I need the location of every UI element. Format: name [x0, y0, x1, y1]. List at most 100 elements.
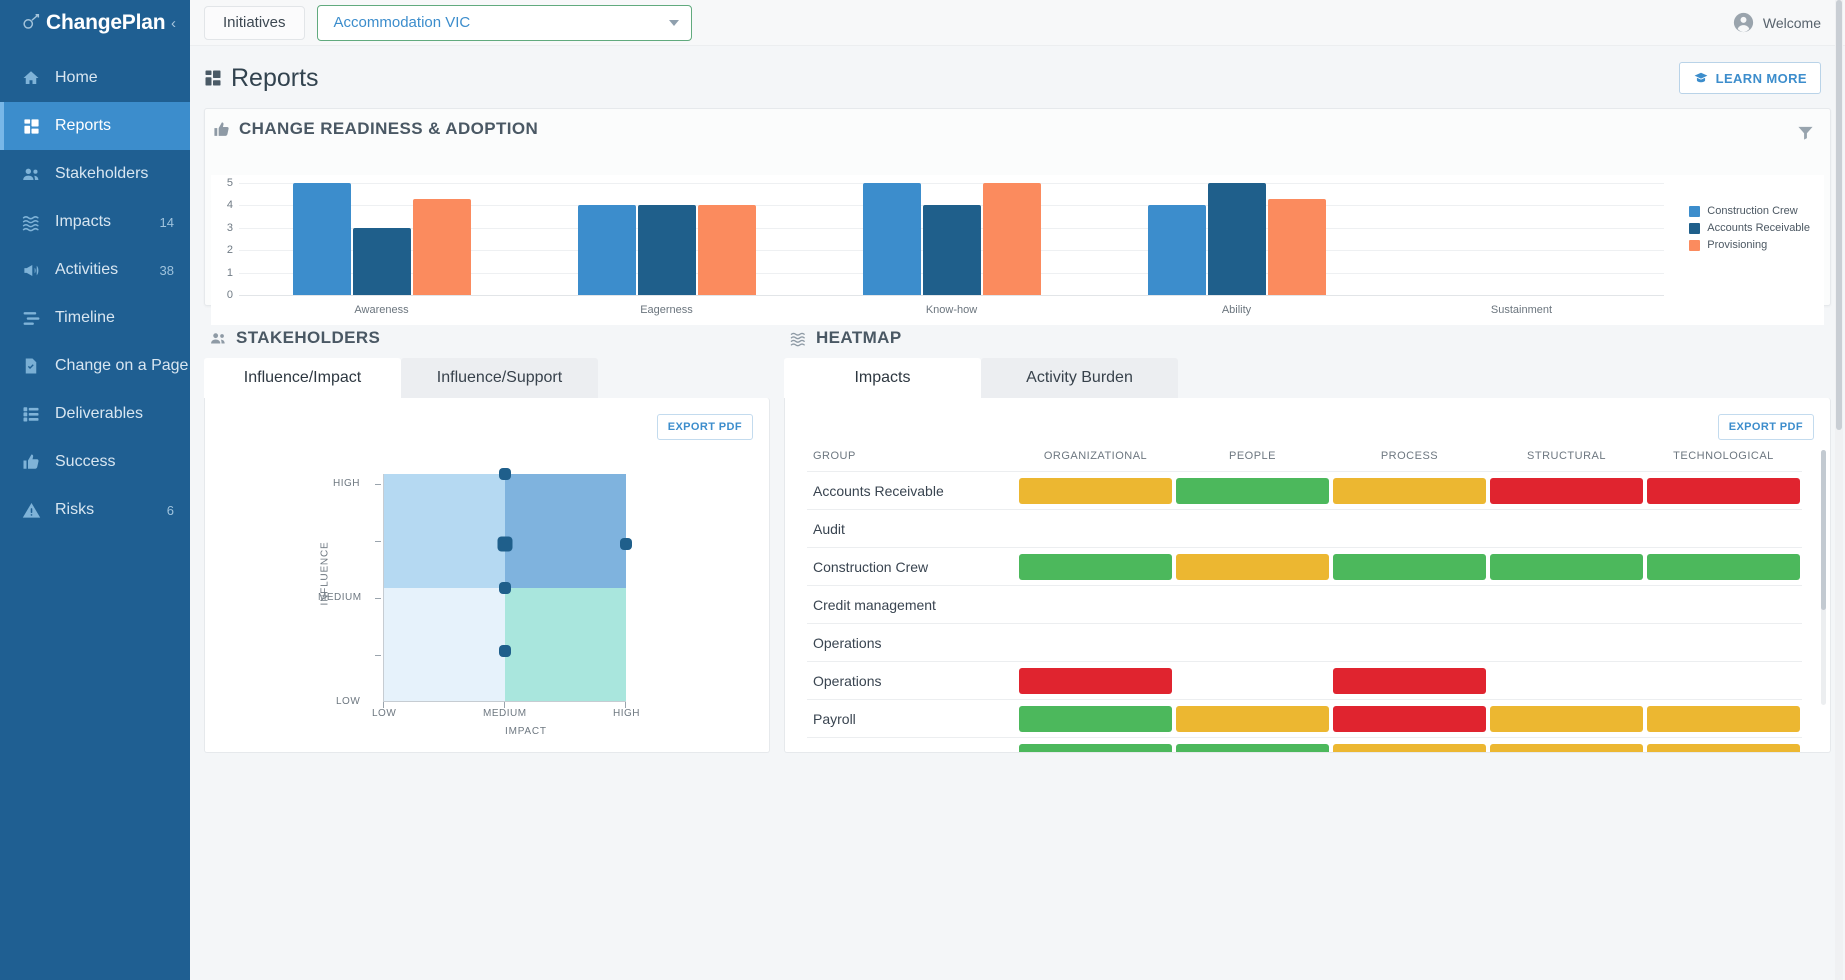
heatmap-cell[interactable]	[1331, 668, 1488, 694]
heatmap-cell[interactable]	[1331, 744, 1488, 753]
heatmap-cell[interactable]	[1488, 706, 1645, 732]
tab-influence-support[interactable]: Influence/Support	[401, 358, 598, 398]
account-circle-icon	[1733, 12, 1754, 33]
heatmap-cell[interactable]	[1174, 744, 1331, 753]
sidebar-item-label: Risks	[55, 501, 167, 519]
bar-accounts-receivable[interactable]	[1208, 183, 1266, 295]
table-row[interactable]: Payroll	[807, 699, 1802, 737]
stakeholder-point[interactable]	[620, 538, 632, 550]
bar-accounts-receivable[interactable]	[638, 205, 696, 295]
heatmap-cell[interactable]	[1331, 478, 1488, 504]
heatmap-body: EXPORT PDF GROUP ORGANIZATIONAL PEOPLE P…	[784, 398, 1831, 753]
bar-construction-crew[interactable]	[293, 183, 351, 295]
filter-icon[interactable]	[1790, 117, 1820, 147]
chevron-left-icon[interactable]: ‹	[171, 16, 176, 31]
sidebar-item-risks[interactable]: Risks 6	[0, 486, 190, 534]
heatmap-cell[interactable]	[1017, 554, 1174, 580]
heatmap-chip-amber	[1333, 478, 1486, 504]
heatmap-header: HEATMAP	[784, 328, 1831, 358]
legend-swatch	[1689, 206, 1700, 217]
stakeholder-point[interactable]	[499, 582, 511, 594]
bar-construction-crew[interactable]	[863, 183, 921, 295]
heatmap-cell[interactable]	[1017, 706, 1174, 732]
heatmap-cell[interactable]	[1488, 554, 1645, 580]
table-row[interactable]: Audit	[807, 509, 1802, 547]
table-row[interactable]: Operations	[807, 661, 1802, 699]
welcome-label: Welcome	[1763, 15, 1821, 31]
legend-label: Accounts Receivable	[1707, 222, 1810, 234]
bar-construction-crew[interactable]	[1148, 205, 1206, 295]
stakeholder-point[interactable]	[498, 537, 513, 552]
table-row[interactable]: Provisioning	[807, 737, 1802, 752]
page-scrollbar[interactable]	[1835, 0, 1843, 980]
sidebar-item-change-on-a-page[interactable]: Change on a Page	[0, 342, 190, 390]
table-row[interactable]: Credit management	[807, 585, 1802, 623]
sidebar-item-reports[interactable]: Reports	[0, 102, 190, 150]
heatmap-cell[interactable]	[1645, 706, 1802, 732]
bar-accounts-receivable[interactable]	[923, 205, 981, 295]
sidebar-item-deliverables[interactable]: Deliverables	[0, 390, 190, 438]
heatmap-cell[interactable]	[1488, 478, 1645, 504]
export-pdf-button-stakeholders[interactable]: EXPORT PDF	[657, 414, 753, 440]
heatmap-cell[interactable]	[1645, 478, 1802, 504]
y-tick-low: LOW	[336, 696, 360, 707]
heatmap-cell[interactable]	[1488, 744, 1645, 753]
heatmap-cell[interactable]	[1331, 706, 1488, 732]
sidebar-item-activities[interactable]: Activities 38	[0, 246, 190, 294]
tab-impacts[interactable]: Impacts	[784, 358, 981, 398]
bar-construction-crew[interactable]	[578, 205, 636, 295]
x-tick-label: Know-how	[926, 304, 977, 316]
tab-influence-impact[interactable]: Influence/Impact	[204, 358, 401, 398]
heatmap-scrollbar[interactable]	[1821, 450, 1826, 705]
bar-provisioning[interactable]	[983, 183, 1041, 295]
heatmap-cell[interactable]	[1645, 744, 1802, 753]
table-row[interactable]: Accounts Receivable	[807, 471, 1802, 509]
bar-provisioning[interactable]	[413, 199, 471, 295]
heatmap-chip-amber	[1647, 706, 1800, 732]
table-row[interactable]: Operations	[807, 623, 1802, 661]
sidebar-item-label: Deliverables	[55, 405, 174, 423]
initiative-select-value: Accommodation VIC	[334, 14, 669, 31]
sidebar-item-success[interactable]: Success	[0, 438, 190, 486]
x-tick-label: Sustainment	[1491, 304, 1552, 316]
heatmap-cell[interactable]	[1645, 554, 1802, 580]
user-menu[interactable]: Welcome	[1733, 12, 1821, 33]
bar-group: Sustainment	[1379, 183, 1664, 295]
stakeholder-point[interactable]	[499, 645, 511, 657]
sidebar-item-label: Impacts	[55, 213, 160, 231]
heatmap-group-name: Audit	[807, 521, 1017, 537]
heatmap-cell[interactable]	[1017, 478, 1174, 504]
sidebar-item-impacts[interactable]: Impacts 14	[0, 198, 190, 246]
bar-accounts-receivable[interactable]	[353, 228, 411, 295]
initiatives-button[interactable]: Initiatives	[204, 6, 305, 40]
heatmap-cell[interactable]	[1174, 706, 1331, 732]
legend-item[interactable]: Construction Crew	[1689, 205, 1810, 217]
tab-activity-burden[interactable]: Activity Burden	[981, 358, 1178, 398]
heatmap-chip-amber	[1647, 744, 1800, 753]
y-tick-1: 1	[227, 267, 233, 279]
y-tick-mark-mid-lower	[375, 655, 381, 656]
sidebar-item-stakeholders[interactable]: Stakeholders	[0, 150, 190, 198]
sidebar-item-home[interactable]: Home	[0, 54, 190, 102]
learn-more-button[interactable]: LEARN MORE	[1679, 62, 1821, 94]
sidebar-item-label: Change on a Page	[55, 357, 188, 375]
heatmap-cell[interactable]	[1017, 668, 1174, 694]
table-row[interactable]: Construction Crew	[807, 547, 1802, 585]
heatmap-cell[interactable]	[1174, 478, 1331, 504]
y-tick-5: 5	[227, 177, 233, 189]
brand: ChangePlan ‹	[0, 0, 190, 46]
heatmap-title: HEATMAP	[816, 328, 902, 348]
heatmap-cell[interactable]	[1174, 554, 1331, 580]
initiative-select[interactable]: Accommodation VIC	[317, 5, 692, 41]
sidebar-item-timeline[interactable]: Timeline	[0, 294, 190, 342]
page-scrollbar-thumb[interactable]	[1836, 0, 1842, 430]
heatmap-cell[interactable]	[1331, 554, 1488, 580]
heatmap-cell[interactable]	[1017, 744, 1174, 753]
bar-provisioning[interactable]	[1268, 199, 1326, 295]
bar-provisioning[interactable]	[698, 205, 756, 295]
stakeholder-point[interactable]	[499, 468, 511, 480]
legend-item[interactable]: Accounts Receivable	[1689, 222, 1810, 234]
tab-label: Influence/Impact	[244, 369, 361, 387]
legend-item[interactable]: Provisioning	[1689, 239, 1810, 251]
heatmap-scrollbar-thumb[interactable]	[1821, 450, 1826, 610]
